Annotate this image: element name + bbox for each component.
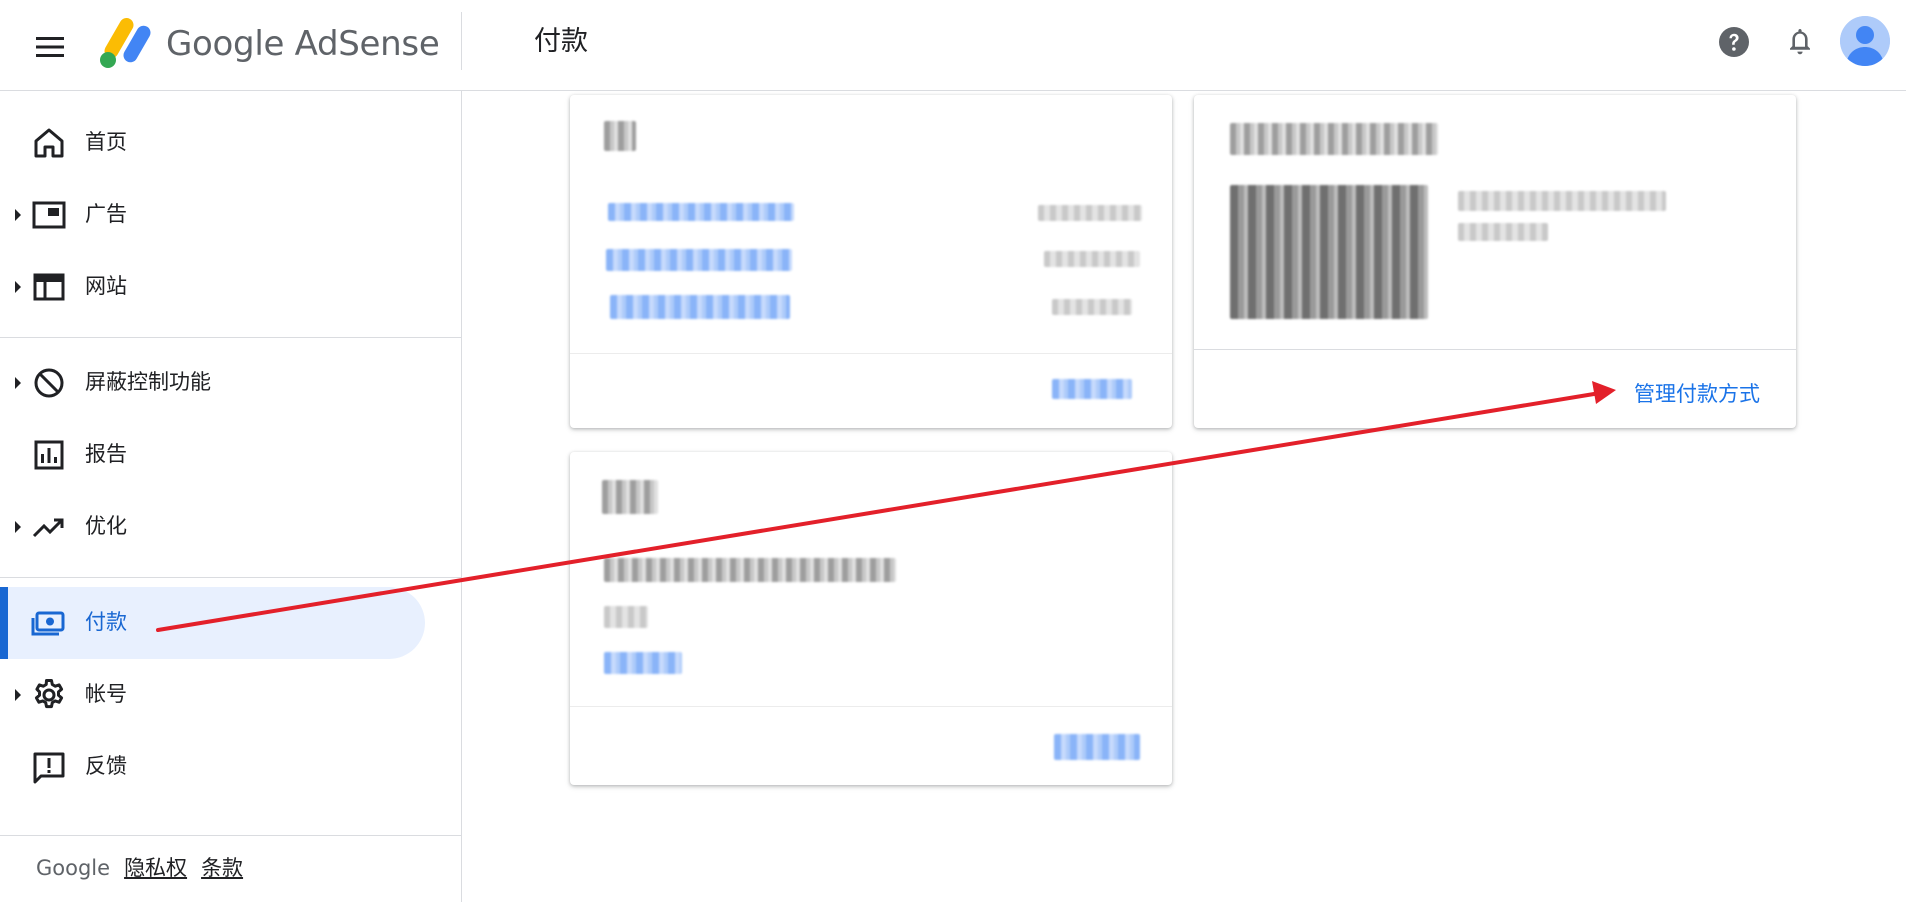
payments-icon [31,611,65,636]
sidebar-item-feedback[interactable]: 反馈 [0,731,425,803]
card-divider [570,353,1172,354]
trending-up-icon [32,518,64,538]
sidebar-nav: 首页 广告 网站 屏蔽控制功能 报告 优化 付款 帐号 反馈 Google 隐私… [0,91,462,902]
sidebar-item-label: 广告 [85,202,127,226]
redacted-value [1044,251,1140,267]
payment-methods-card: 管理付款方式 [1194,95,1796,428]
ads-icon [32,201,66,229]
sidebar-item-home[interactable]: 首页 [0,107,425,179]
expand-caret-icon [15,377,21,389]
account-circle-icon [1840,16,1890,66]
redacted-card-title [602,480,658,514]
notifications-bell-icon[interactable] [1782,24,1818,60]
sidebar-divider [0,337,461,338]
active-indicator [0,587,8,659]
expand-caret-icon [15,521,21,533]
main-menu-button[interactable] [28,25,72,69]
sidebar-footer: Google 隐私权 条款 [36,853,257,883]
sidebar-item-label: 屏蔽控制功能 [85,370,211,394]
sidebar-item-account[interactable]: 帐号 [0,659,425,731]
brand-product: AdSense [294,24,440,64]
redacted-value [1038,205,1142,221]
redacted-card-title [1230,123,1438,155]
feedback-icon [33,752,65,784]
sidebar-item-label: 付款 [85,610,127,634]
sidebar-item-reports[interactable]: 报告 [0,419,425,491]
sidebar-item-label: 帐号 [85,682,127,706]
sidebar-item-label: 首页 [85,130,127,154]
redacted-text [604,558,896,582]
redacted-card-title [604,121,636,151]
redacted-link[interactable] [606,249,792,271]
sidebar-item-label: 网站 [85,274,127,298]
gear-icon [34,679,64,709]
expand-caret-icon [15,209,21,221]
hamburger-menu-icon [36,37,64,57]
adsense-logo[interactable] [98,18,154,70]
expand-caret-icon [15,281,21,293]
header-divider [461,12,462,70]
redacted-payment-image [1230,185,1428,319]
footer-google: Google [36,856,111,880]
redacted-link[interactable] [608,203,794,221]
sidebar-divider [0,835,461,836]
privacy-link[interactable]: 隐私权 [124,856,187,880]
block-icon [34,368,64,398]
sidebar-item-label: 反馈 [85,754,127,778]
terms-link[interactable]: 条款 [201,856,243,880]
sidebar-item-label: 优化 [85,514,127,538]
card-divider [1194,349,1796,350]
help-icon[interactable] [1716,24,1752,60]
brand-name: Google AdSense [166,20,440,68]
sidebar-item-optimization[interactable]: 优化 [0,491,425,563]
home-icon [34,128,64,158]
report-icon [34,440,64,470]
redacted-value [1052,299,1132,315]
sidebar-item-label: 报告 [85,442,127,466]
brand-google: Google [166,24,285,64]
card-divider [570,706,1172,707]
redacted-card-action[interactable] [1052,379,1132,399]
sidebar-item-ads[interactable]: 广告 [0,179,425,251]
redacted-card-action[interactable] [1054,734,1140,760]
payments-summary-card [570,95,1172,428]
sidebar-item-sites[interactable]: 网站 [0,251,425,323]
sidebar-item-blocking-controls[interactable]: 屏蔽控制功能 [0,347,425,419]
adsense-logo-icon [100,18,151,68]
redacted-link[interactable] [610,295,790,319]
top-app-bar: Google AdSense 付款 [0,0,1906,91]
redacted-payment-detail [1458,191,1666,211]
sidebar-item-payments[interactable]: 付款 [0,587,425,659]
sidebar-divider [0,577,461,578]
redacted-text [604,606,648,628]
payment-settings-card [570,452,1172,785]
sites-icon [33,273,65,301]
redacted-link[interactable] [604,652,682,674]
manage-payment-methods-link[interactable]: 管理付款方式 [1634,379,1760,409]
page-title: 付款 [534,26,588,57]
expand-caret-icon [15,689,21,701]
user-avatar[interactable] [1840,16,1890,66]
redacted-payment-detail [1458,223,1548,241]
